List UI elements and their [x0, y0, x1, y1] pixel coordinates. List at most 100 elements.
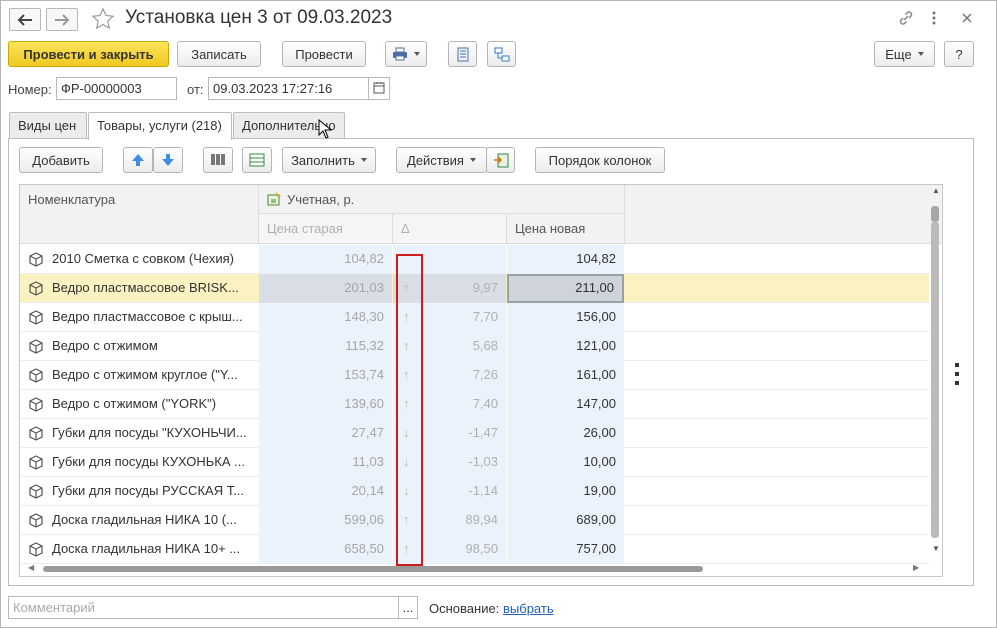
column-header-delta[interactable]: Δ	[393, 214, 507, 244]
favorite-star-icon[interactable]	[91, 7, 115, 32]
cell-old-price[interactable]: 153,74	[259, 361, 392, 390]
table-row[interactable]: 2010 Сметка с совком (Чехия) 104,82 104,82	[20, 245, 929, 274]
back-button[interactable]	[9, 8, 41, 31]
cell-delta[interactable]: 89,94	[433, 506, 506, 535]
cell-name[interactable]: Ведро с отжимом	[20, 332, 258, 361]
cell-delta[interactable]: 9,97	[433, 274, 506, 303]
cell-name[interactable]: Губки для посуды РУССКАЯ Т...	[20, 477, 258, 506]
report-button[interactable]	[448, 41, 477, 67]
cell-name[interactable]: Ведро пластмассовое BRISK...	[20, 274, 258, 303]
add-button[interactable]: Добавить	[19, 147, 103, 173]
cell-name[interactable]: Ведро с отжимом ("YORK")	[20, 390, 258, 419]
cell-new-price[interactable]: 104,82	[507, 245, 624, 274]
column-header-old-price[interactable]: Цена старая	[259, 214, 393, 244]
cell-old-price[interactable]: 115,32	[259, 332, 392, 361]
cell-delta[interactable]: 7,40	[433, 390, 506, 419]
cell-new-price[interactable]: 211,00	[507, 274, 624, 303]
cell-name[interactable]: Ведро с отжимом круглое ("Y...	[20, 361, 258, 390]
cell-new-price[interactable]: 757,00	[507, 535, 624, 564]
scroll-right-icon[interactable]: ▶	[913, 563, 919, 572]
horizontal-scroll-thumb[interactable]	[43, 566, 703, 572]
tab-goods-services[interactable]: Товары, услуги (218)	[88, 112, 232, 140]
cell-delta[interactable]: 98,50	[433, 535, 506, 564]
cell-name[interactable]: Ведро пластмассовое с крыш...	[20, 303, 258, 332]
cell-new-price[interactable]: 689,00	[507, 506, 624, 535]
cell-delta[interactable]: 7,26	[433, 361, 506, 390]
date-field[interactable]: 09.03.2023 17:27:16	[208, 77, 369, 100]
cell-new-price[interactable]: 26,00	[507, 419, 624, 448]
cell-old-price[interactable]: 104,82	[259, 245, 392, 274]
cell-old-price[interactable]: 658,50	[259, 535, 392, 564]
close-icon[interactable]	[960, 9, 974, 30]
vertical-scroll-track[interactable]	[931, 222, 939, 538]
export-button[interactable]	[486, 147, 515, 173]
actions-button[interactable]: Действия	[396, 147, 487, 173]
calendar-button[interactable]	[368, 77, 390, 100]
cell-delta[interactable]: -1,14	[433, 477, 506, 506]
cell-delta[interactable]: -1,03	[433, 448, 506, 477]
table-row[interactable]: Ведро пластмассовое BRISK... 201,03 ↑ 9,97 2…	[20, 274, 929, 303]
cell-old-price[interactable]: 11,03	[259, 448, 392, 477]
comment-expand-button[interactable]: ...	[398, 596, 418, 619]
help-button[interactable]: ?	[944, 41, 974, 67]
cell-delta[interactable]: 5,68	[433, 332, 506, 361]
column-header-new-price[interactable]: Цена новая	[507, 214, 625, 244]
table-row[interactable]: Ведро с отжимом ("YORK") 139,60 ↑ 7,40 147,0…	[20, 390, 929, 419]
table-row[interactable]: Губки для посуды "КУХОНЬЧИ... 27,47 ↓ -1,47…	[20, 419, 929, 448]
cell-delta[interactable]	[433, 245, 506, 274]
more-button[interactable]: Еще	[874, 41, 935, 67]
structure-button[interactable]	[487, 41, 516, 67]
move-up-button[interactable]	[123, 147, 153, 173]
cell-name[interactable]: Доска гладильная НИКА 10 (...	[20, 506, 258, 535]
cell-delta[interactable]: 7,70	[433, 303, 506, 332]
table-row[interactable]: Ведро с отжимом круглое ("Y... 153,74 ↑ 7,2…	[20, 361, 929, 390]
cell-old-price[interactable]: 599,06	[259, 506, 392, 535]
cell-old-price[interactable]: 20,14	[259, 477, 392, 506]
table-row[interactable]: Губки для посуды РУССКАЯ Т... 20,14 ↓ -1,14…	[20, 477, 929, 506]
post-and-close-button[interactable]: Провести и закрыть	[8, 41, 169, 67]
column-group-header[interactable]: Учетная, р.	[259, 185, 625, 214]
table-row[interactable]: Губки для посуды КУХОНЬКА ... 11,03 ↓ -1,03…	[20, 448, 929, 477]
link-icon[interactable]	[898, 9, 914, 30]
basis-select-link[interactable]: выбрать	[503, 601, 554, 616]
column-header-name[interactable]: Номенклатура	[20, 185, 259, 244]
save-button[interactable]: Записать	[177, 41, 261, 67]
cell-name[interactable]: 2010 Сметка с совком (Чехия)	[20, 245, 258, 274]
scroll-up-icon[interactable]: ▲	[932, 186, 940, 195]
table-row[interactable]: Ведро пластмассовое с крыш... 148,30 ↑ 7,70…	[20, 303, 929, 332]
number-field[interactable]: ФР-00000003	[56, 77, 177, 100]
tab-price-types[interactable]: Виды цен	[9, 112, 87, 139]
cell-old-price[interactable]: 27,47	[259, 419, 392, 448]
cell-name[interactable]: Губки для посуды КУХОНЬКА ...	[20, 448, 258, 477]
print-button[interactable]	[385, 41, 427, 67]
post-button[interactable]: Провести	[282, 41, 366, 67]
cell-old-price[interactable]: 148,30	[259, 303, 392, 332]
cell-new-price[interactable]: 19,00	[507, 477, 624, 506]
cell-name[interactable]: Губки для посуды "КУХОНЬЧИ...	[20, 419, 258, 448]
move-down-button[interactable]	[153, 147, 183, 173]
cell-name[interactable]: Доска гладильная НИКА 10+ ...	[20, 535, 258, 564]
column-order-button[interactable]: Порядок колонок	[535, 147, 665, 173]
table-row[interactable]: Ведро с отжимом 115,32 ↑ 5,68 121,00	[20, 332, 929, 361]
cell-new-price[interactable]: 10,00	[507, 448, 624, 477]
cell-delta[interactable]: -1,47	[433, 419, 506, 448]
scroll-down-icon[interactable]: ▼	[932, 544, 940, 553]
panel-resize-handle[interactable]	[955, 363, 961, 390]
forward-button[interactable]	[46, 8, 78, 31]
more-vertical-icon[interactable]	[930, 9, 938, 30]
barcode-button[interactable]	[203, 147, 233, 173]
horizontal-scrollbar[interactable]: ◀ ▶	[20, 562, 942, 575]
comment-field[interactable]: Комментарий	[8, 596, 399, 619]
table-row[interactable]: Доска гладильная НИКА 10 (... 599,06 ↑ 89,9…	[20, 506, 929, 535]
table-row[interactable]: Доска гладильная НИКА 10+ ... 658,50 ↑ 98,5…	[20, 535, 929, 564]
selection-button[interactable]	[242, 147, 272, 173]
vertical-scrollbar[interactable]: ▲ ▼	[929, 186, 941, 556]
cell-new-price[interactable]: 121,00	[507, 332, 624, 361]
cell-old-price[interactable]: 139,60	[259, 390, 392, 419]
cell-old-price[interactable]: 201,03	[259, 274, 392, 303]
scroll-left-icon[interactable]: ◀	[28, 563, 34, 572]
cell-new-price[interactable]: 147,00	[507, 390, 624, 419]
fill-button[interactable]: Заполнить	[282, 147, 376, 173]
vertical-scroll-thumb[interactable]	[931, 206, 939, 222]
cell-new-price[interactable]: 161,00	[507, 361, 624, 390]
